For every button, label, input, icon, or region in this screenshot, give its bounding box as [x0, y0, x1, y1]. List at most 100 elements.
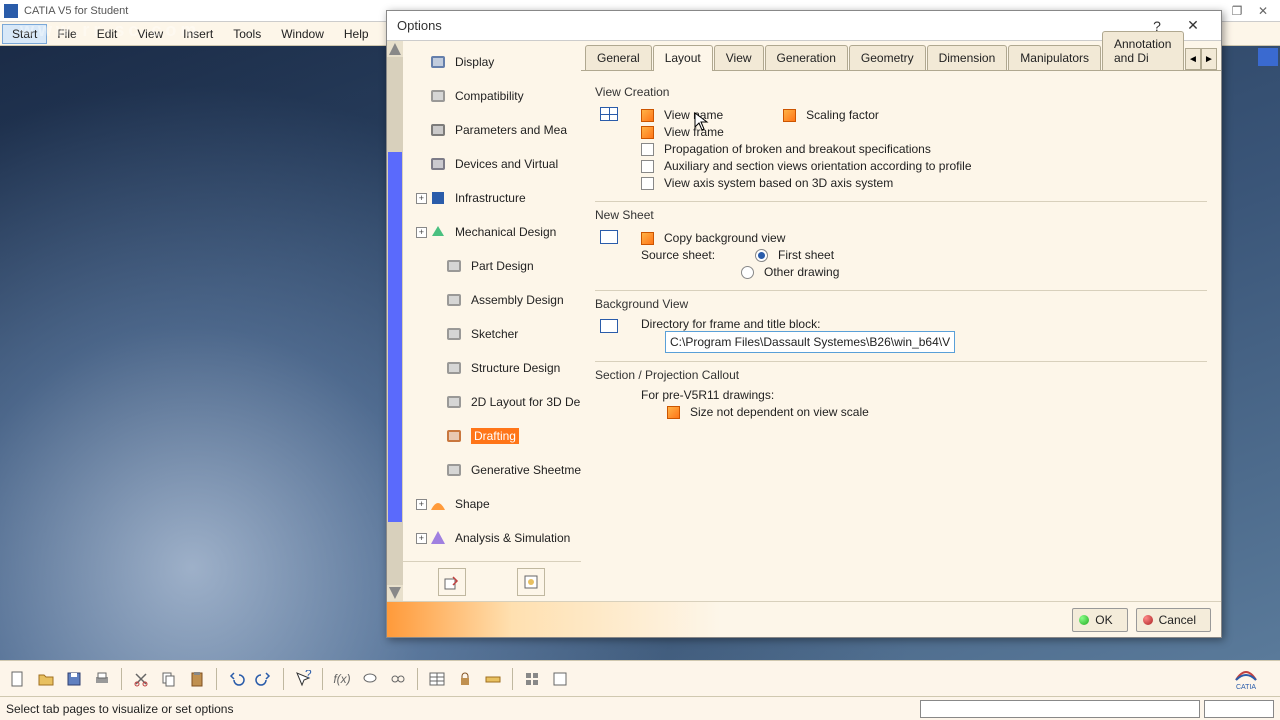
tree-label: Parameters and Mea	[455, 123, 567, 137]
checkbox-scaling-factor[interactable]	[783, 109, 796, 122]
tab-annotation[interactable]: Annotation and Di	[1102, 31, 1184, 70]
tabs-scroll-left-icon[interactable]: ◄	[1185, 48, 1201, 70]
tree-item-assembly-design[interactable]: Assembly Design	[403, 283, 581, 317]
infra-icon	[427, 187, 449, 209]
tree-item-infrastructure[interactable]: +Infrastructure	[403, 181, 581, 215]
menu-view[interactable]: View	[127, 24, 173, 44]
bottom-toolbar: ? f(x)	[0, 660, 1280, 696]
checkbox-view-frame[interactable]	[641, 126, 654, 139]
checkbox-axis-system[interactable]	[641, 177, 654, 190]
options-tree-panel: Display Compatibility Parameters and Mea De…	[387, 41, 581, 601]
whatsthis-icon[interactable]: ?	[291, 667, 315, 691]
tree-item-2d-layout-for-3d-de[interactable]: 2D Layout for 3D De	[403, 385, 581, 419]
radio-first-sheet[interactable]	[755, 249, 768, 262]
scroll-thumb[interactable]	[388, 152, 402, 522]
tree-label: Compatibility	[455, 89, 524, 103]
radio-other-drawing[interactable]	[741, 266, 754, 279]
save-icon[interactable]	[62, 667, 86, 691]
tree-item-sketcher[interactable]: Sketcher	[403, 317, 581, 351]
tree-item-drafting[interactable]: Drafting	[403, 419, 581, 453]
tab-layout[interactable]: Layout	[653, 45, 713, 71]
svg-text:?: ?	[305, 670, 312, 681]
maximize-button[interactable]: ❐	[1224, 1, 1250, 21]
checkbox-copy-bg[interactable]	[641, 232, 654, 245]
scroll-down-icon[interactable]	[389, 587, 401, 599]
tree-label: Part Design	[471, 259, 534, 273]
measure-icon[interactable]	[481, 667, 505, 691]
tree-item-analysis-simulation[interactable]: +Analysis & Simulation	[403, 521, 581, 555]
new-icon[interactable]	[6, 667, 30, 691]
tab-generation[interactable]: Generation	[765, 45, 848, 70]
link-icon[interactable]	[386, 667, 410, 691]
tree-label: Devices and Virtual	[455, 157, 558, 171]
tree-item-display[interactable]: Display	[403, 45, 581, 79]
cut-icon[interactable]	[129, 667, 153, 691]
table-icon[interactable]	[425, 667, 449, 691]
tree-scrollbar[interactable]	[387, 41, 403, 601]
tree-tool-icon-1[interactable]	[438, 568, 466, 596]
ok-button[interactable]: OK	[1072, 608, 1127, 632]
copy-icon[interactable]	[157, 667, 181, 691]
tree-item-devices-and-virtual[interactable]: Devices and Virtual	[403, 147, 581, 181]
expander-icon[interactable]: +	[416, 193, 427, 204]
tree-item-structure-design[interactable]: Structure Design	[403, 351, 581, 385]
paste-icon[interactable]	[185, 667, 209, 691]
options-right-pane: General Layout View Generation Geometry …	[581, 41, 1221, 601]
menu-tools[interactable]: Tools	[223, 24, 271, 44]
shape-icon	[427, 493, 449, 515]
tree-label: 2D Layout for 3D De	[471, 395, 580, 409]
menu-edit[interactable]: Edit	[87, 24, 128, 44]
close-button[interactable]: ✕	[1250, 1, 1276, 21]
tabs-scroll-right-icon[interactable]: ►	[1201, 48, 1217, 70]
status-bar: Select tab pages to visualize or set opt…	[0, 696, 1280, 720]
cancel-button[interactable]: Cancel	[1136, 608, 1211, 632]
label-size-not-dep: Size not dependent on view scale	[690, 405, 869, 419]
section-new-sheet-title: New Sheet	[595, 208, 1207, 222]
scroll-up-icon[interactable]	[389, 43, 401, 55]
tree-item-part-design[interactable]: Part Design	[403, 249, 581, 283]
menu-start[interactable]: Start	[2, 24, 47, 44]
menu-file[interactable]: File	[47, 24, 86, 44]
status-field[interactable]	[1204, 700, 1274, 718]
menu-insert[interactable]: Insert	[173, 24, 223, 44]
options-tree[interactable]: Display Compatibility Parameters and Mea De…	[403, 41, 581, 561]
expander-icon[interactable]: +	[416, 533, 427, 544]
tab-dimension[interactable]: Dimension	[927, 45, 1008, 70]
lock-icon[interactable]	[453, 667, 477, 691]
expander-icon[interactable]: +	[416, 227, 427, 238]
open-icon[interactable]	[34, 667, 58, 691]
command-input[interactable]	[920, 700, 1200, 718]
cancel-dot-icon	[1143, 615, 1153, 625]
checkbox-size-not-dep[interactable]	[667, 406, 680, 419]
label-axis-system: View axis system based on 3D axis system	[664, 176, 893, 190]
input-directory-path[interactable]	[665, 331, 955, 353]
tree-tool-icon-2[interactable]	[517, 568, 545, 596]
sheet-icon[interactable]	[548, 667, 572, 691]
tab-general[interactable]: General	[585, 45, 652, 70]
right-toolbar-fragment[interactable]	[1258, 48, 1278, 66]
draft-icon	[443, 425, 465, 447]
undo-icon[interactable]	[224, 667, 248, 691]
dialog-title-bar[interactable]: Options ? ✕	[387, 11, 1221, 41]
tree-item-generative-sheetme[interactable]: Generative Sheetme	[403, 453, 581, 487]
tree-item-compatibility[interactable]: Compatibility	[403, 79, 581, 113]
checkbox-auxiliary[interactable]	[641, 160, 654, 173]
tree-label: Assembly Design	[471, 293, 564, 307]
tab-geometry[interactable]: Geometry	[849, 45, 926, 70]
expander-icon[interactable]: +	[416, 499, 427, 510]
tab-view[interactable]: View	[714, 45, 764, 70]
redo-icon[interactable]	[252, 667, 276, 691]
menu-window[interactable]: Window	[271, 24, 334, 44]
balloon-icon[interactable]	[358, 667, 382, 691]
checkbox-propagation[interactable]	[641, 143, 654, 156]
print-icon[interactable]	[90, 667, 114, 691]
options-tabs: General Layout View Generation Geometry …	[581, 41, 1221, 71]
tree-item-mechanical-design[interactable]: +Mechanical Design	[403, 215, 581, 249]
tab-manipulators[interactable]: Manipulators	[1008, 45, 1101, 70]
formula-icon[interactable]: f(x)	[330, 667, 354, 691]
tree-item-parameters-and-mea[interactable]: Parameters and Mea	[403, 113, 581, 147]
tree-item-shape[interactable]: +Shape	[403, 487, 581, 521]
menu-help[interactable]: Help	[334, 24, 379, 44]
checkbox-view-name[interactable]	[641, 109, 654, 122]
grid-icon[interactable]	[520, 667, 544, 691]
